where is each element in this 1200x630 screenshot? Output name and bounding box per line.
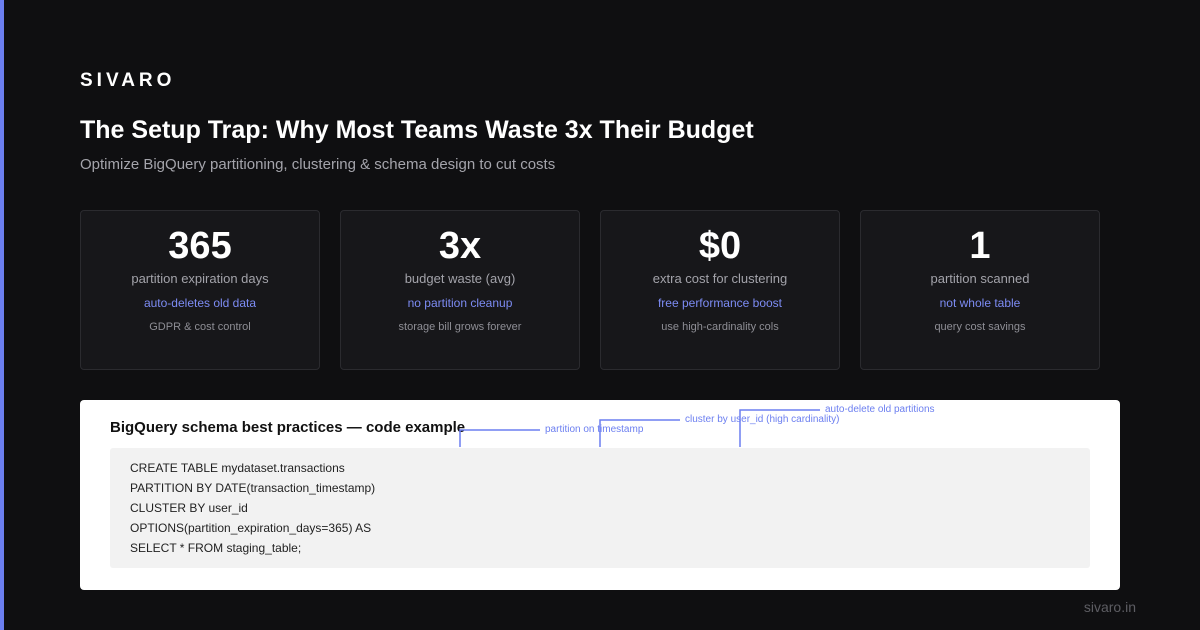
code-line: OPTIONS(partition_expiration_days=365) A… bbox=[130, 521, 372, 535]
brand-logo: SIVARO bbox=[80, 70, 176, 91]
stat-card-clustering-cost: $0 extra cost for clustering free perfor… bbox=[600, 210, 840, 370]
stat-detail: storage bill grows forever bbox=[398, 321, 522, 333]
annotation-cluster: cluster by user_id (high cardinality) bbox=[685, 414, 840, 425]
code-block: CREATE TABLE mydataset.transactions PART… bbox=[110, 448, 1090, 568]
stat-label: budget waste (avg) bbox=[404, 271, 516, 286]
annotation-partition: partition on timestamp bbox=[545, 424, 644, 435]
stat-label: extra cost for clustering bbox=[652, 271, 788, 286]
stat-note: no partition cleanup bbox=[407, 296, 513, 310]
stat-card-partition-scanned: 1 partition scanned not whole table quer… bbox=[860, 210, 1100, 370]
code-line: SELECT * FROM staging_table; bbox=[130, 541, 302, 555]
code-line: PARTITION BY DATE(transaction_timestamp) bbox=[130, 481, 376, 495]
code-example-panel: BigQuery schema best practices — code ex… bbox=[80, 400, 1120, 590]
stat-detail: GDPR & cost control bbox=[149, 321, 251, 333]
stat-detail: query cost savings bbox=[934, 321, 1026, 333]
stat-value: 3x bbox=[438, 225, 482, 267]
code-line: CLUSTER BY user_id bbox=[130, 501, 248, 515]
code-line: CREATE TABLE mydataset.transactions bbox=[130, 461, 345, 475]
stat-value: 365 bbox=[168, 225, 232, 267]
stat-card-budget-waste: 3x budget waste (avg) no partition clean… bbox=[340, 210, 580, 370]
stat-note: not whole table bbox=[939, 296, 1021, 310]
stat-label: partition scanned bbox=[930, 271, 1030, 286]
stat-note: auto-deletes old data bbox=[143, 296, 257, 310]
stat-value: 1 bbox=[969, 225, 991, 267]
page-subtitle: Optimize BigQuery partitioning, clusteri… bbox=[80, 156, 556, 173]
page-title: The Setup Trap: Why Most Teams Waste 3x … bbox=[80, 116, 754, 144]
stat-value: $0 bbox=[698, 225, 742, 267]
stat-card-expiration: 365 partition expiration days auto-delet… bbox=[80, 210, 320, 370]
annotation-connector-partition bbox=[459, 429, 540, 447]
accent-bar bbox=[0, 0, 4, 630]
stat-label: partition expiration days bbox=[131, 271, 269, 286]
stat-detail: use high-cardinality cols bbox=[661, 321, 779, 333]
annotation-expiration: auto-delete old partitions bbox=[825, 404, 935, 415]
footer-url: sivaro.in bbox=[1083, 599, 1136, 615]
stat-note: free performance boost bbox=[657, 296, 783, 310]
